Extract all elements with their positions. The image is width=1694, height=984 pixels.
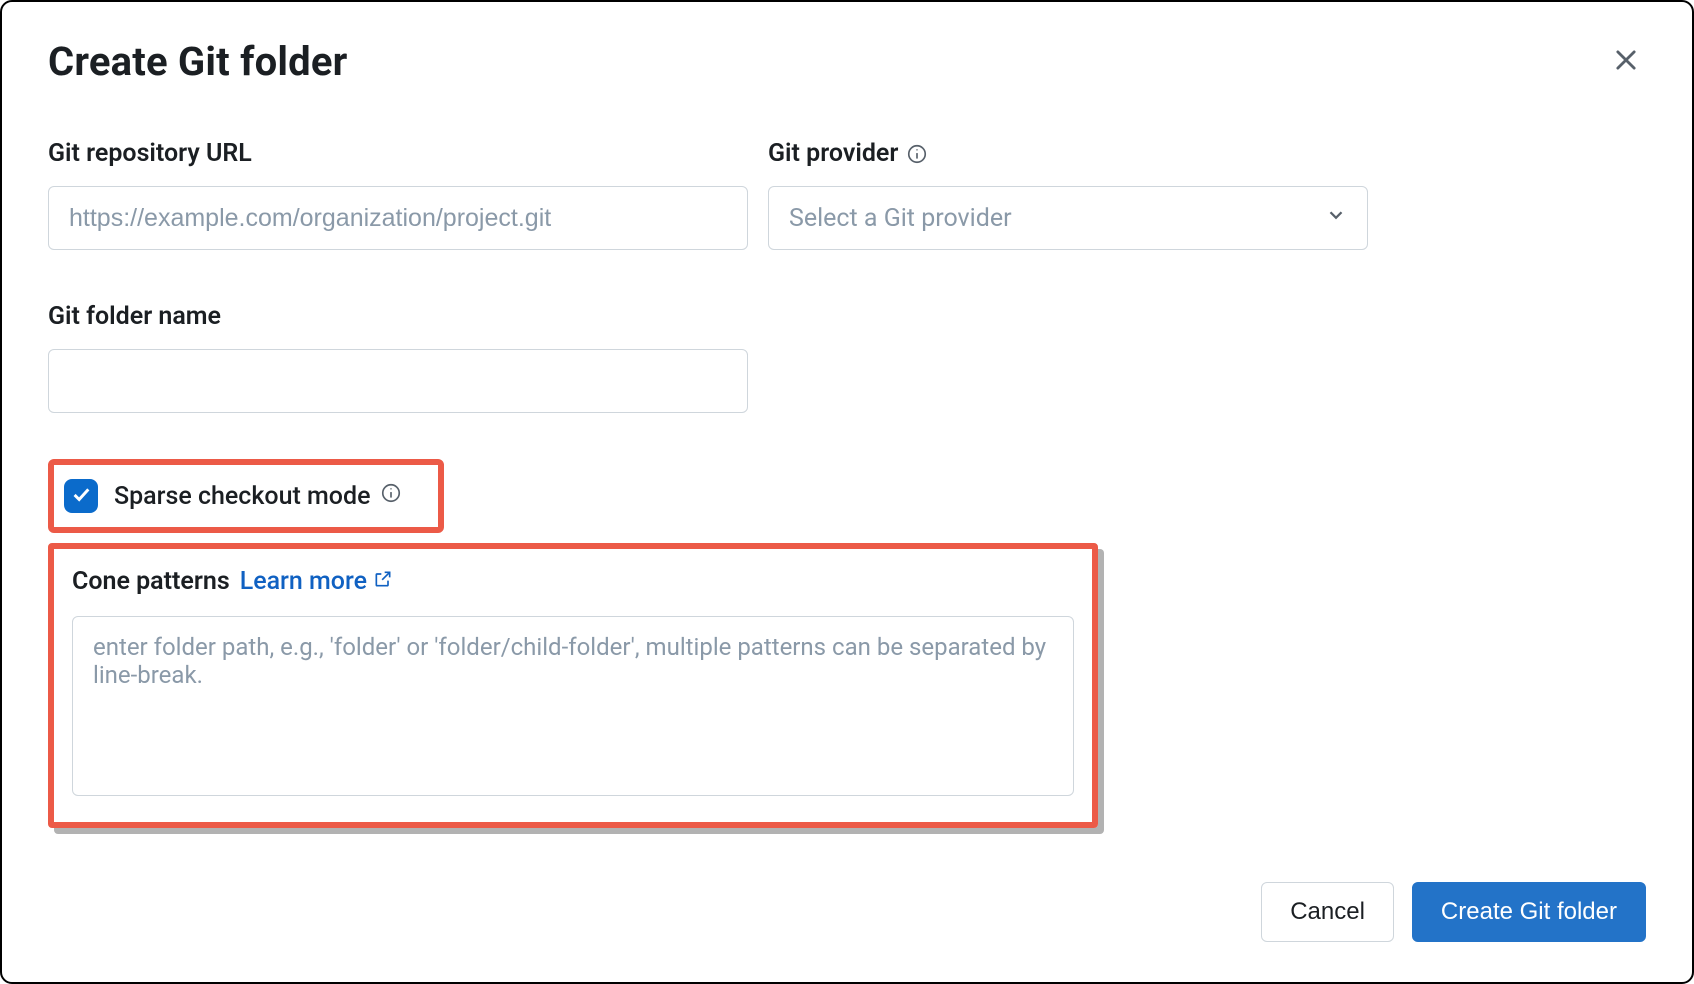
close-icon (1612, 46, 1640, 77)
dialog-title: Create Git folder (48, 38, 348, 85)
cone-patterns-highlight: Cone patterns Learn more (48, 543, 1098, 828)
field-git-provider: Git provider Select a Git provider (768, 139, 1368, 250)
sparse-checkout-label-text: Sparse checkout mode (114, 482, 370, 511)
git-provider-label-text: Git provider (768, 139, 898, 168)
cone-patterns-textarea[interactable] (72, 616, 1074, 796)
repo-url-label: Git repository URL (48, 139, 748, 168)
git-provider-select[interactable]: Select a Git provider (768, 186, 1368, 250)
git-provider-label: Git provider (768, 139, 1368, 168)
cone-patterns-title: Cone patterns (72, 567, 230, 596)
info-icon[interactable] (906, 143, 928, 165)
cone-patterns-header: Cone patterns Learn more (72, 567, 1074, 596)
chevron-down-icon (1325, 204, 1347, 233)
dialog-body: Git repository URL Git provider Select a… (2, 95, 1692, 828)
external-link-icon (373, 567, 393, 596)
dialog-footer: Cancel Create Git folder (1261, 882, 1646, 942)
check-icon (70, 483, 92, 509)
cancel-button[interactable]: Cancel (1261, 882, 1394, 942)
sparse-checkout-highlight: Sparse checkout mode (48, 459, 444, 533)
git-provider-placeholder: Select a Git provider (789, 204, 1012, 233)
info-icon[interactable] (380, 482, 402, 511)
folder-name-input[interactable] (48, 349, 748, 413)
dialog-header: Create Git folder (2, 2, 1692, 95)
create-git-folder-button[interactable]: Create Git folder (1412, 882, 1646, 942)
field-repo-url: Git repository URL (48, 139, 748, 250)
close-button[interactable] (1606, 42, 1646, 82)
learn-more-label: Learn more (240, 567, 367, 596)
folder-name-label: Git folder name (48, 302, 748, 331)
learn-more-link[interactable]: Learn more (240, 567, 393, 596)
sparse-checkout-checkbox[interactable] (64, 479, 98, 513)
field-folder-name: Git folder name (48, 302, 748, 413)
row-url-provider: Git repository URL Git provider Select a… (48, 139, 1646, 250)
repo-url-input[interactable] (48, 186, 748, 250)
sparse-checkout-label: Sparse checkout mode (114, 482, 402, 511)
create-git-folder-dialog: Create Git folder Git repository URL Git… (0, 0, 1694, 984)
